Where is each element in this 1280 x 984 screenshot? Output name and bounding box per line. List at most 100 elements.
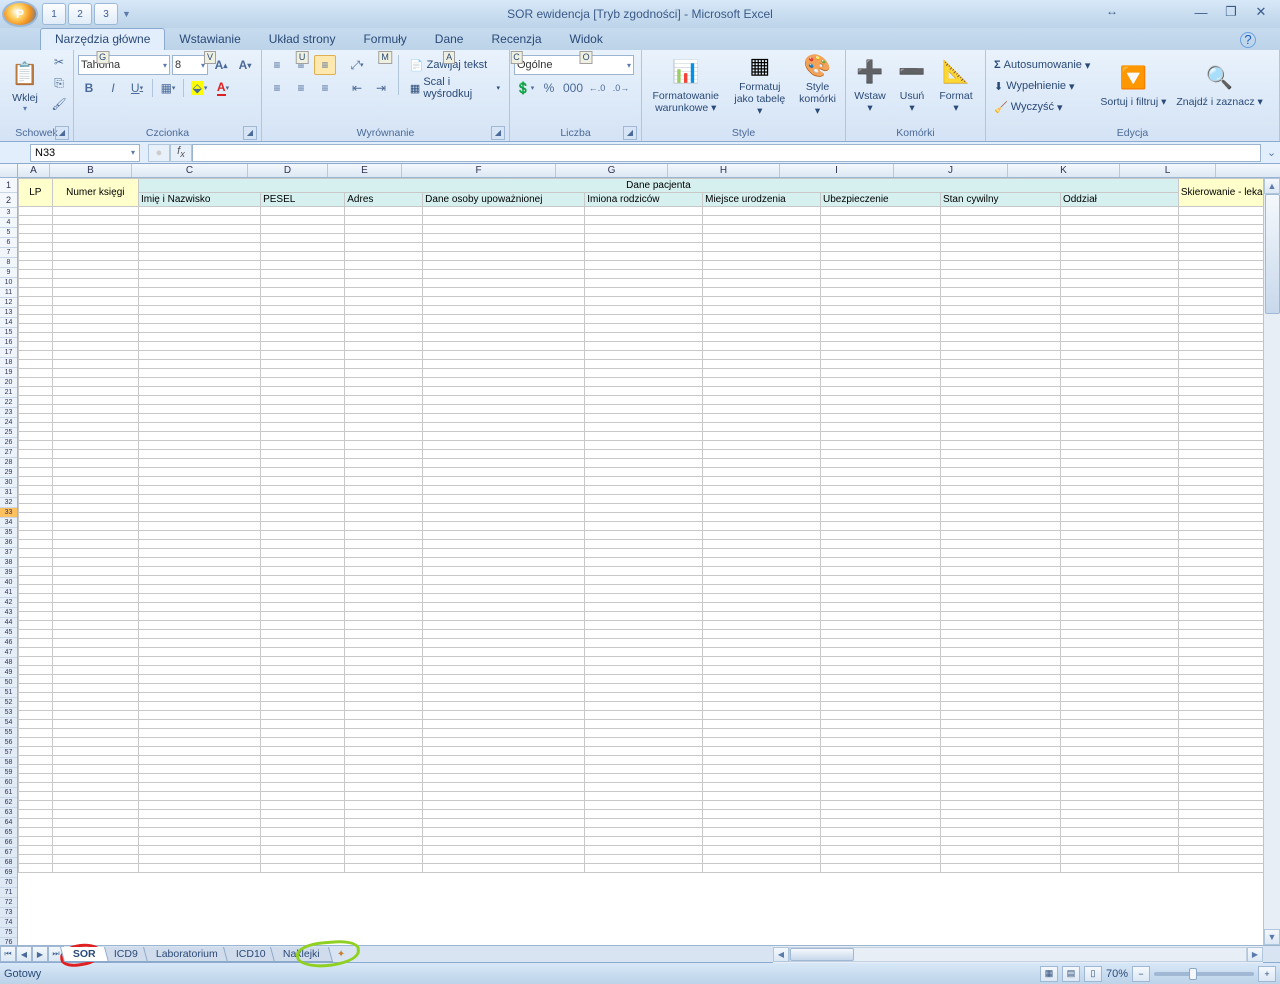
cell[interactable]	[423, 279, 585, 288]
cell[interactable]	[940, 396, 1060, 405]
cell[interactable]	[52, 837, 138, 846]
cell[interactable]	[821, 522, 941, 531]
cell[interactable]	[52, 567, 138, 576]
cell[interactable]	[261, 351, 345, 360]
increase-indent-button[interactable]: ⇥	[370, 78, 392, 98]
cell[interactable]	[585, 342, 703, 351]
row-header[interactable]: 30	[0, 478, 17, 488]
cell[interactable]	[423, 423, 585, 432]
cell[interactable]	[1060, 810, 1178, 819]
cell[interactable]	[940, 297, 1060, 306]
cell[interactable]	[138, 504, 260, 513]
cell[interactable]	[261, 684, 345, 693]
cell[interactable]	[138, 783, 260, 792]
minimize-button[interactable]: —	[1186, 2, 1216, 22]
cell[interactable]	[703, 756, 821, 765]
col-header-J[interactable]: J	[894, 164, 1008, 177]
cell[interactable]	[423, 540, 585, 549]
cell[interactable]	[138, 846, 260, 855]
cell[interactable]	[52, 306, 138, 315]
cell[interactable]	[1060, 738, 1178, 747]
cell[interactable]	[585, 774, 703, 783]
cell[interactable]	[52, 216, 138, 225]
row-header[interactable]: 75	[0, 928, 17, 938]
cell[interactable]	[585, 837, 703, 846]
cell[interactable]	[1060, 207, 1178, 216]
cell[interactable]	[19, 720, 53, 729]
ribbon-tab-narzędzia-główne[interactable]: Narzędzia główneG	[40, 28, 165, 50]
cell[interactable]	[261, 342, 345, 351]
cell[interactable]	[585, 486, 703, 495]
cell[interactable]	[1060, 324, 1178, 333]
number-format-combo[interactable]: Ogólne▾	[514, 55, 634, 75]
cell[interactable]	[940, 864, 1060, 873]
cell[interactable]	[1060, 846, 1178, 855]
cell[interactable]	[261, 603, 345, 612]
cell[interactable]	[940, 828, 1060, 837]
cell[interactable]	[138, 468, 260, 477]
cell[interactable]	[19, 504, 53, 513]
row-header[interactable]: 35	[0, 528, 17, 538]
row-header[interactable]: 55	[0, 728, 17, 738]
cell[interactable]	[821, 450, 941, 459]
cell[interactable]	[821, 495, 941, 504]
col-header-K[interactable]: K	[1008, 164, 1120, 177]
cell[interactable]	[585, 252, 703, 261]
cell[interactable]	[52, 378, 138, 387]
cell[interactable]	[138, 306, 260, 315]
cell[interactable]	[821, 585, 941, 594]
row-header[interactable]: 15	[0, 328, 17, 338]
row-header[interactable]: 8	[0, 258, 17, 268]
cell[interactable]	[19, 279, 53, 288]
cell[interactable]	[585, 495, 703, 504]
cell[interactable]	[585, 315, 703, 324]
cell[interactable]	[703, 531, 821, 540]
row-header[interactable]: 13	[0, 308, 17, 318]
cell[interactable]	[345, 693, 423, 702]
cancel-formula-button[interactable]: ●	[148, 144, 170, 162]
row-header[interactable]: 62	[0, 798, 17, 808]
cell[interactable]	[585, 648, 703, 657]
cell[interactable]	[52, 765, 138, 774]
fill-color-button[interactable]: ⬙▾	[188, 78, 210, 98]
cell[interactable]	[940, 783, 1060, 792]
cell[interactable]	[52, 495, 138, 504]
cell[interactable]	[585, 207, 703, 216]
cell[interactable]	[138, 243, 260, 252]
cell[interactable]	[1060, 288, 1178, 297]
cell[interactable]	[138, 612, 260, 621]
cell[interactable]	[703, 729, 821, 738]
cell[interactable]	[345, 423, 423, 432]
cell[interactable]	[585, 792, 703, 801]
cell[interactable]	[52, 441, 138, 450]
cell[interactable]	[345, 675, 423, 684]
cell[interactable]	[703, 648, 821, 657]
cell[interactable]	[52, 747, 138, 756]
cell[interactable]	[1060, 666, 1178, 675]
row-header[interactable]: 61	[0, 788, 17, 798]
cell[interactable]	[585, 396, 703, 405]
cell[interactable]	[703, 342, 821, 351]
cell[interactable]	[345, 711, 423, 720]
cell[interactable]	[821, 783, 941, 792]
cell[interactable]	[19, 459, 53, 468]
cell[interactable]	[423, 342, 585, 351]
font-color-button[interactable]: A▾	[212, 78, 234, 98]
cell[interactable]	[261, 207, 345, 216]
shrink-font-button[interactable]: A▾	[234, 55, 256, 75]
cell[interactable]	[423, 252, 585, 261]
cell[interactable]	[585, 756, 703, 765]
cell[interactable]	[261, 765, 345, 774]
cell[interactable]	[940, 504, 1060, 513]
cell[interactable]	[138, 837, 260, 846]
cell[interactable]	[19, 234, 53, 243]
cell[interactable]	[1060, 432, 1178, 441]
cell[interactable]	[261, 783, 345, 792]
cell[interactable]	[19, 315, 53, 324]
cell[interactable]	[138, 729, 260, 738]
cell[interactable]	[345, 396, 423, 405]
cell[interactable]	[703, 387, 821, 396]
cell[interactable]	[1060, 819, 1178, 828]
cell[interactable]	[940, 846, 1060, 855]
col-header-C[interactable]: C	[132, 164, 248, 177]
